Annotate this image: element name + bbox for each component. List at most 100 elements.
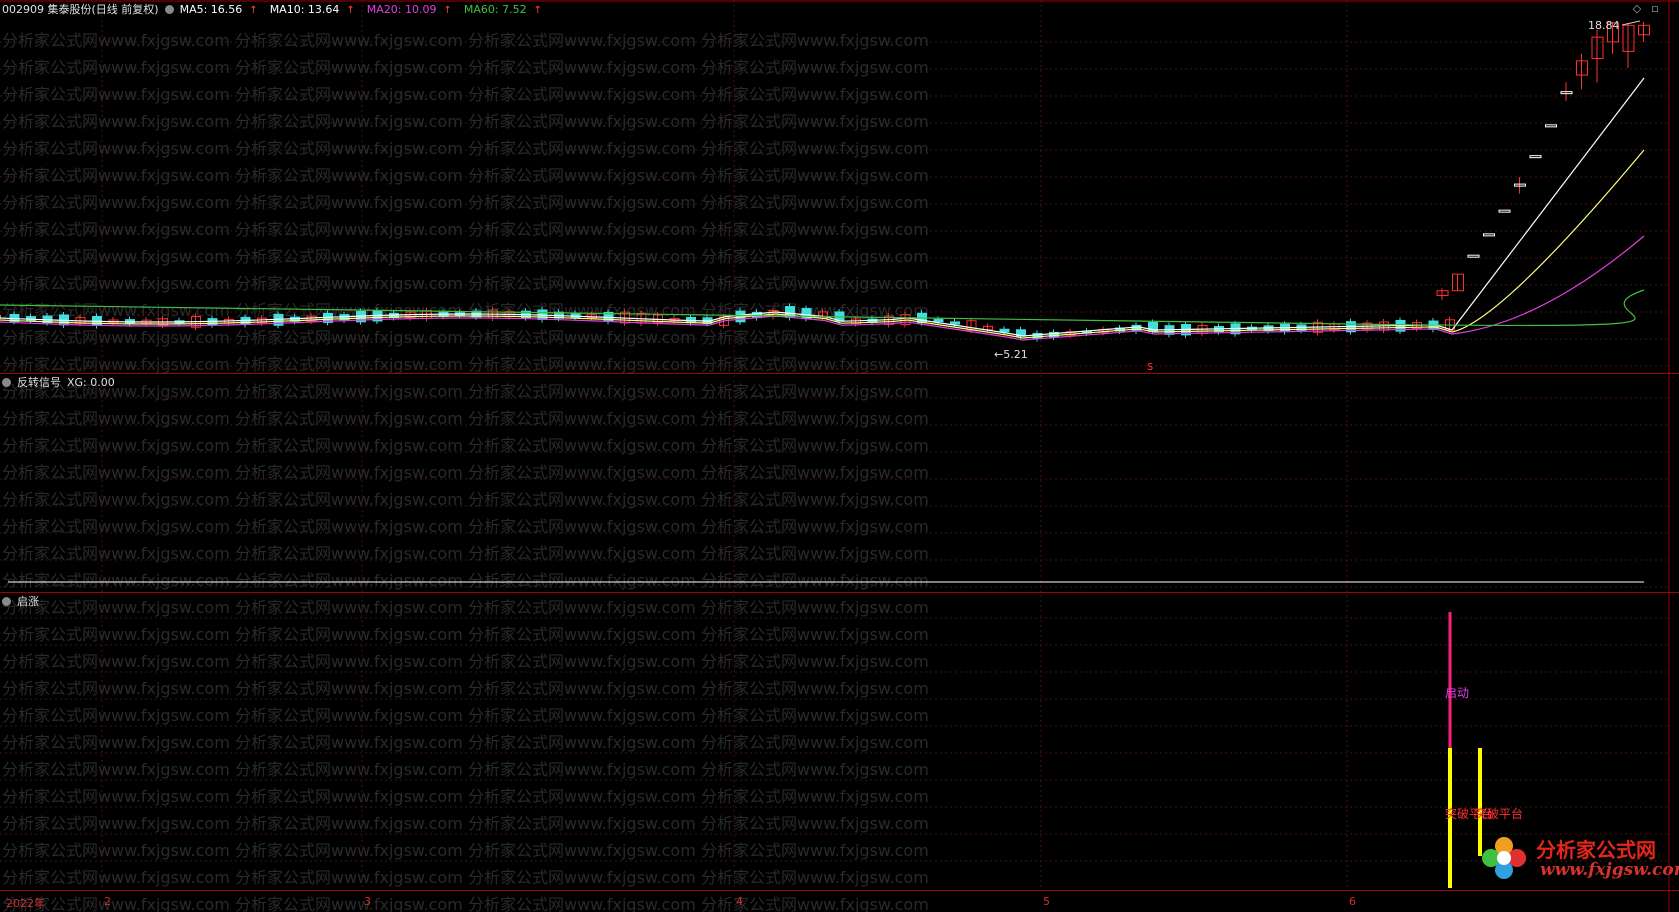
window-icon[interactable]: ▫	[1649, 3, 1661, 15]
candle	[1131, 324, 1142, 332]
watermark-text: 分析家公式网www.fxjgsw.com	[701, 409, 929, 428]
logo-brand: 分析家公式网	[1536, 838, 1656, 862]
start-signal-label: 启动	[1445, 686, 1470, 700]
candle	[1498, 209, 1511, 213]
watermark-text: 分析家公式网www.fxjgsw.com	[2, 436, 230, 455]
up-arrow-icon: ↑	[533, 5, 543, 16]
candle	[1545, 124, 1557, 128]
high-pointer	[1621, 20, 1641, 26]
pane3-header: 启涨	[2, 595, 45, 609]
watermark-text: 分析家公式网www.fxjgsw.com	[468, 571, 696, 590]
pane2-header: 反转信号 XG: 0.00	[2, 376, 121, 390]
watermark-text: 分析家公式网www.fxjgsw.com	[701, 652, 929, 671]
watermark-text: 分析家公式网www.fxjgsw.com	[468, 706, 696, 725]
watermark-text: 分析家公式网www.fxjgsw.com	[701, 625, 929, 644]
low-price-label: ←5.21	[994, 348, 1028, 361]
watermark-text: 分析家公式网www.fxjgsw.com	[468, 598, 696, 617]
watermark-text: 分析家公式网www.fxjgsw.com	[235, 274, 463, 293]
watermark-text: 分析家公式网www.fxjgsw.com	[701, 598, 929, 617]
settings-toggle-icon[interactable]	[164, 5, 174, 14]
watermark-text: 分析家公式网www.fxjgsw.com	[701, 247, 929, 266]
pane-divider	[0, 373, 1679, 374]
watermark-text: 分析家公式网www.fxjgsw.com	[235, 58, 463, 77]
watermark-text: 分析家公式网www.fxjgsw.com	[235, 544, 463, 563]
diamond-icon[interactable]: ◇	[1631, 3, 1643, 15]
candle	[933, 318, 944, 323]
watermark-text: 分析家公式网www.fxjgsw.com	[701, 706, 929, 725]
watermark-text: 分析家公式网www.fxjgsw.com	[2, 625, 230, 644]
left-arrow-icon: ←	[994, 348, 1004, 361]
watermark-text: 分析家公式网www.fxjgsw.com	[2, 733, 230, 752]
watermark-text: 分析家公式网www.fxjgsw.com	[235, 31, 463, 50]
watermark-text: 分析家公式网www.fxjgsw.com	[2, 409, 230, 428]
watermark-text: 分析家公式网www.fxjgsw.com	[701, 355, 929, 374]
x-axis-label: 3	[364, 895, 371, 908]
watermark-text: 分析家公式网www.fxjgsw.com	[468, 733, 696, 752]
kline-chart[interactable]: 分析家公式网www.fxjgsw.com 分析家公式网www.fxjgsw.com…	[0, 0, 1679, 912]
watermark-text: 分析家公式网www.fxjgsw.com	[2, 787, 230, 806]
watermark-text: 分析家公式网www.fxjgsw.com	[235, 112, 463, 131]
watermark-text: 分析家公式网www.fxjgsw.com	[235, 517, 463, 536]
watermark-text: 分析家公式网www.fxjgsw.com	[701, 193, 929, 212]
watermark-text: 分析家公式网www.fxjgsw.com	[235, 166, 463, 185]
watermark-text: 分析家公式网www.fxjgsw.com	[468, 274, 696, 293]
watermark-text: 分析家公式网www.fxjgsw.com	[235, 139, 463, 158]
watermark-text: 分析家公式网www.fxjgsw.com	[2, 193, 230, 212]
watermark-text: 分析家公式网www.fxjgsw.com	[235, 868, 463, 887]
watermark-text: 分析家公式网www.fxjgsw.com	[468, 760, 696, 779]
watermark-text: 分析家公式网www.fxjgsw.com	[2, 247, 230, 266]
watermark-text: 分析家公式网www.fxjgsw.com	[701, 679, 929, 698]
watermark-text: 分析家公式网www.fxjgsw.com	[2, 166, 230, 185]
x-axis-label: 2	[104, 895, 111, 908]
watermark-text: 分析家公式网www.fxjgsw.com	[2, 112, 230, 131]
watermark-text: 分析家公式网www.fxjgsw.com	[701, 490, 929, 509]
watermark-text: 分析家公式网www.fxjgsw.com	[701, 58, 929, 77]
watermark-text: 分析家公式网www.fxjgsw.com	[468, 220, 696, 239]
ma60-value: MA60: 7.52 ↑	[463, 3, 543, 16]
watermark-text: 分析家公式网www.fxjgsw.com	[235, 409, 463, 428]
watermark-text: 分析家公式网www.fxjgsw.com	[2, 328, 230, 347]
watermark-text: 分析家公式网www.fxjgsw.com	[468, 166, 696, 185]
watermark-text: 分析家公式网www.fxjgsw.com	[468, 85, 696, 104]
candle	[1529, 155, 1542, 159]
x-axis-label: 5	[1043, 895, 1050, 908]
ma5-value: MA5: 16.56 ↑	[179, 3, 258, 16]
pane3-title: 启涨	[17, 595, 39, 608]
watermark-text: 分析家公式网www.fxjgsw.com	[235, 355, 463, 374]
watermark-text: 分析家公式网www.fxjgsw.com	[701, 868, 929, 887]
watermark-text: 分析家公式网www.fxjgsw.com	[701, 760, 929, 779]
watermark-text: 分析家公式网www.fxjgsw.com	[701, 328, 929, 347]
stock-title: 002909 集泰股份(日线 前复权)	[2, 3, 159, 16]
watermark-text: 分析家公式网www.fxjgsw.com	[468, 787, 696, 806]
pane-divider	[0, 592, 1679, 593]
watermark-text: 分析家公式网www.fxjgsw.com	[468, 328, 696, 347]
watermark-text: 分析家公式网www.fxjgsw.com	[235, 436, 463, 455]
watermark-text: 分析家公式网www.fxjgsw.com	[701, 517, 929, 536]
x-axis-label: 6	[1349, 895, 1356, 908]
watermark-text: 分析家公式网www.fxjgsw.com	[701, 382, 929, 401]
signal-mark: s	[1147, 359, 1154, 373]
watermark-text: 分析家公式网www.fxjgsw.com	[235, 571, 463, 590]
watermark-text: 分析家公式网www.fxjgsw.com	[235, 679, 463, 698]
candle	[1467, 254, 1480, 258]
watermark-text: 分析家公式网www.fxjgsw.com	[468, 517, 696, 536]
watermark-text: 分析家公式网www.fxjgsw.com	[2, 139, 230, 158]
watermark-text: 分析家公式网www.fxjgsw.com	[468, 463, 696, 482]
watermark-text: 分析家公式网www.fxjgsw.com	[701, 31, 929, 50]
pane2-xg: XG: 0.00	[67, 376, 115, 389]
watermark-text: 分析家公式网www.fxjgsw.com	[235, 625, 463, 644]
pane2-toggle-icon[interactable]	[2, 378, 11, 387]
site-logo: 分析家公式网 www.fxjgsw.com	[1476, 832, 1679, 884]
watermark-text: 分析家公式网www.fxjgsw.com	[701, 112, 929, 131]
watermark-text: 分析家公式网www.fxjgsw.com	[468, 625, 696, 644]
watermark-text: 分析家公式网www.fxjgsw.com	[2, 706, 230, 725]
watermark-text: 分析家公式网www.fxjgsw.com	[468, 382, 696, 401]
watermark-text: 分析家公式网www.fxjgsw.com	[468, 193, 696, 212]
pane3-toggle-icon[interactable]	[2, 597, 11, 606]
watermark-text: 分析家公式网www.fxjgsw.com	[468, 58, 696, 77]
watermark-text: 分析家公式网www.fxjgsw.com	[701, 220, 929, 239]
watermark-text: 分析家公式网www.fxjgsw.com	[468, 436, 696, 455]
watermark-text: 分析家公式网www.fxjgsw.com	[2, 544, 230, 563]
watermark-text: 分析家公式网www.fxjgsw.com	[235, 490, 463, 509]
watermark-text: 分析家公式网www.fxjgsw.com	[235, 760, 463, 779]
